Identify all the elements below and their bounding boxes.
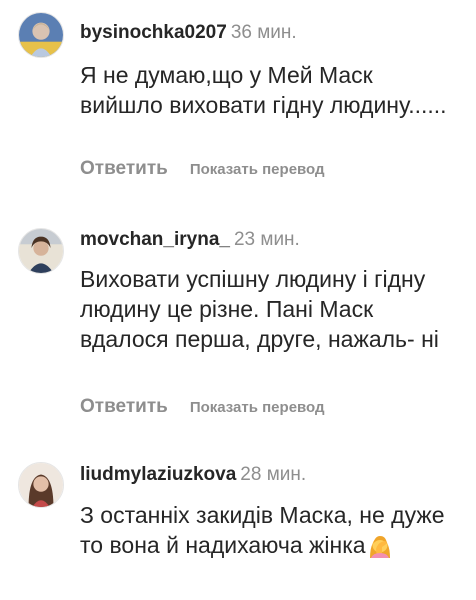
- timestamp: 36 мин.: [230, 22, 297, 43]
- avatar[interactable]: [18, 462, 64, 508]
- timestamp: 23 мин.: [233, 229, 300, 250]
- comment-text: З останніх закидів Маска, не дуже то вон…: [80, 500, 460, 560]
- comments-list: bysinochka0207 36 мин. Я не думаю,що у Ме…: [0, 0, 476, 600]
- avatar[interactable]: [18, 228, 64, 274]
- woman-facepalming-emoji-icon: [367, 532, 393, 558]
- comment-text: Виховати успішну людину і гідну людину ц…: [80, 266, 439, 352]
- profile-photo-icon: [19, 13, 63, 57]
- comment-actions: Ответить Показать перевод: [80, 158, 325, 180]
- reply-button[interactable]: Ответить: [80, 396, 168, 417]
- comment-header: bysinochka0207 36 мин.: [80, 22, 297, 44]
- comment-header: liudmylaziuzkova 28 мин.: [80, 464, 306, 486]
- comment-header: movchan_iryna_ 23 мин.: [80, 229, 300, 251]
- comment-actions: Ответить Показать перевод: [80, 396, 325, 418]
- username[interactable]: liudmylaziuzkova: [80, 464, 236, 485]
- show-translation-button[interactable]: Показать перевод: [190, 399, 325, 416]
- profile-photo-icon: [19, 463, 63, 507]
- username[interactable]: bysinochka0207: [80, 22, 227, 43]
- username[interactable]: movchan_iryna_: [80, 229, 230, 250]
- timestamp: 28 мин.: [240, 464, 307, 485]
- show-translation-button[interactable]: Показать перевод: [190, 161, 325, 178]
- comment-text: Я не думаю,що у Мей Маск вийшло виховати…: [80, 62, 447, 118]
- reply-button[interactable]: Ответить: [80, 158, 168, 179]
- profile-photo-icon: [19, 229, 63, 273]
- avatar[interactable]: [18, 12, 64, 58]
